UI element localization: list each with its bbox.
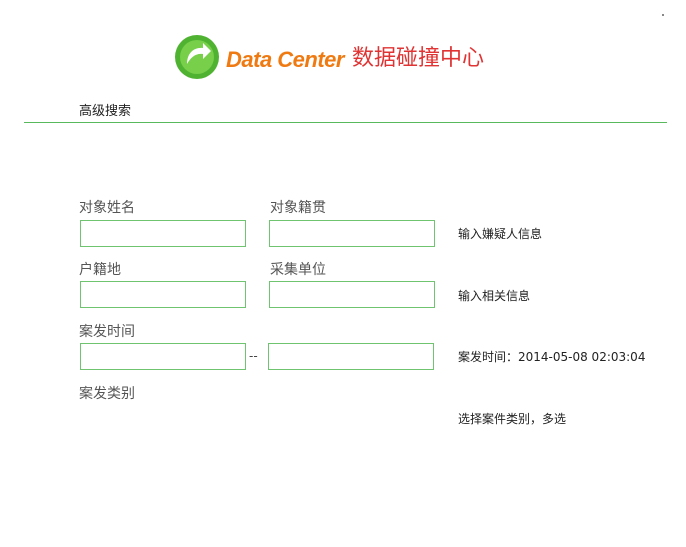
target-origin-label: 对象籍贯 <box>270 200 326 216</box>
collect-unit-label: 采集单位 <box>270 262 326 278</box>
household-input[interactable] <box>80 281 246 308</box>
corner-dot <box>662 14 664 16</box>
data-center-logo-icon <box>175 35 219 79</box>
household-label: 户籍地 <box>79 262 121 278</box>
case-time-end-input[interactable] <box>268 343 434 370</box>
brand-name-en: Data Center <box>226 47 344 72</box>
target-name-label: 对象姓名 <box>79 200 135 216</box>
case-time-label: 案发时间 <box>79 324 135 340</box>
range-separator: -- <box>249 349 258 363</box>
page-title: 高级搜索 <box>79 104 132 119</box>
suspect-info-hint: 输入嫌疑人信息 <box>458 227 543 241</box>
case-category-label: 案发类别 <box>79 386 135 402</box>
case-time-start-input[interactable] <box>80 343 246 370</box>
related-info-hint: 输入相关信息 <box>458 289 531 303</box>
header-divider <box>24 122 667 123</box>
collect-unit-input[interactable] <box>269 281 435 308</box>
target-origin-input[interactable] <box>269 220 435 247</box>
category-hint: 选择案件类别，多选 <box>458 412 567 426</box>
case-time-hint: 案发时间：2014-05-08 02:03:04 <box>458 350 646 364</box>
brand-logo: Data Center 数据碰撞中心 <box>174 34 484 80</box>
target-name-input[interactable] <box>80 220 246 247</box>
brand-name-cn: 数据碰撞中心 <box>351 46 484 71</box>
